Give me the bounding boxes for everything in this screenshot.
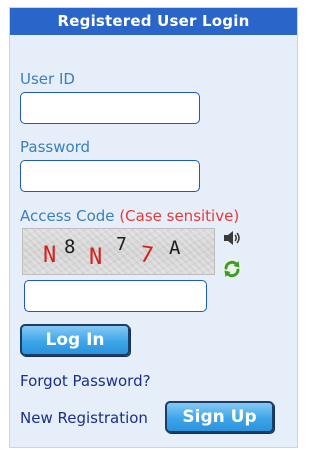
access-code-input[interactable]	[24, 280, 207, 312]
password-label: Password	[20, 138, 91, 156]
password-input[interactable]	[20, 160, 200, 192]
captcha-char: 7	[116, 234, 127, 255]
panel-title: Registered User Login	[10, 8, 297, 35]
access-code-label: Access Code (Case sensitive)	[20, 207, 239, 225]
captcha-char: A	[169, 237, 181, 259]
captcha-char: N	[89, 245, 103, 270]
captcha-image: N 8 N 7 7 A	[22, 228, 215, 275]
user-id-label: User ID	[20, 70, 75, 88]
new-registration-link[interactable]: New Registration	[20, 409, 148, 427]
access-code-label-text: Access Code	[20, 207, 115, 225]
captcha-char: N	[43, 243, 57, 268]
captcha-char: 7	[138, 242, 155, 269]
refresh-icon[interactable]	[221, 258, 243, 280]
signup-button[interactable]: Sign Up	[165, 401, 274, 433]
case-sensitive-note: (Case sensitive)	[119, 207, 240, 225]
speaker-icon[interactable]	[221, 227, 243, 249]
forgot-password-link[interactable]: Forgot Password?	[20, 372, 151, 390]
captcha-char: 8	[64, 236, 76, 258]
user-id-input[interactable]	[20, 92, 200, 124]
login-panel: Registered User Login User ID Password A…	[9, 7, 298, 448]
login-button[interactable]: Log In	[20, 324, 130, 356]
